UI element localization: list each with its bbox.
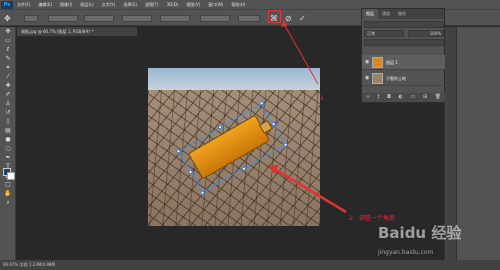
annotation-arrow-1-head <box>281 20 287 27</box>
baidu-watermark: Baidu 经验 jingyan.baidu.com <box>378 222 486 258</box>
watermark-url: jingyan.baidu.com <box>378 249 434 256</box>
annotation-label-2: 2、调整一个角度 <box>349 215 395 222</box>
annotation-arrow-1 <box>283 23 319 85</box>
annotation-arrow-2 <box>275 168 347 214</box>
watermark-logo: Baidu 经验 <box>378 224 462 242</box>
annotation-label-1: 1 <box>320 95 324 102</box>
